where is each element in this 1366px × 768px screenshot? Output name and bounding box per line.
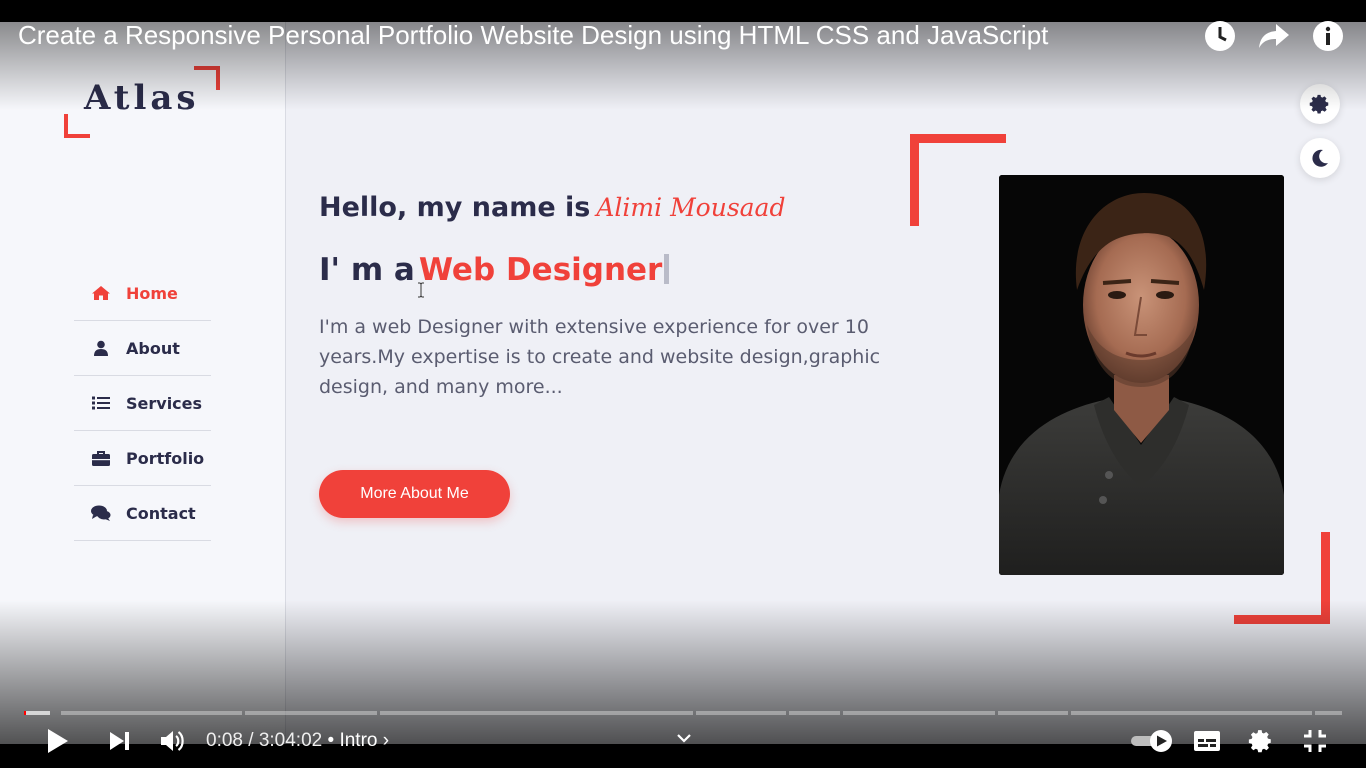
time-separator: /: [242, 730, 259, 751]
hero-greeting: Hello, my name is Alimi Mousaad: [319, 192, 785, 223]
info-button[interactable]: [1310, 18, 1346, 54]
nav-item-portfolio[interactable]: Portfolio: [74, 431, 211, 486]
chapter-segment[interactable]: [998, 711, 1068, 715]
chapter-segment[interactable]: [1071, 711, 1312, 715]
exit-fullscreen-button[interactable]: [1298, 726, 1332, 756]
volume-icon: [161, 731, 184, 751]
subtitles-button[interactable]: [1190, 726, 1224, 756]
exit-fullscreen-icon: [1304, 730, 1326, 752]
site-nav: Home About Services Portfolio Contact: [74, 266, 211, 541]
next-button[interactable]: [104, 726, 136, 756]
more-about-me-button[interactable]: More About Me: [319, 470, 510, 518]
role-prefix: I' m a: [319, 252, 415, 288]
chapter-segment[interactable]: [789, 711, 840, 715]
video-title[interactable]: Create a Responsive Personal Portfolio W…: [18, 20, 1048, 51]
chapter-segment[interactable]: [696, 711, 786, 715]
chapter-segment[interactable]: [380, 711, 693, 715]
progress-buffered: [26, 711, 50, 715]
nav-label-about: About: [126, 338, 180, 358]
chevron-down-icon: [677, 734, 691, 743]
briefcase-icon: [90, 449, 112, 467]
nav-label-home: Home: [126, 283, 178, 303]
gear-icon: [1248, 730, 1271, 753]
settings-button[interactable]: [1244, 726, 1278, 756]
chapter-segment[interactable]: [61, 711, 242, 715]
moon-icon: [1312, 149, 1328, 167]
skip-next-icon: [110, 732, 129, 750]
site-logo[interactable]: Atlas: [64, 64, 224, 142]
autoplay-toggle-icon: [1131, 730, 1172, 752]
dark-mode-toggle[interactable]: [1300, 138, 1340, 178]
share-arrow-icon: [1259, 24, 1289, 48]
settings-gear-button[interactable]: [1300, 84, 1340, 124]
hero-name: Alimi Mousaad: [596, 193, 786, 222]
info-icon: [1313, 21, 1343, 51]
volume-button[interactable]: [156, 726, 190, 756]
current-time: 0:08: [206, 730, 243, 751]
chapter-segment[interactable]: [1315, 711, 1342, 715]
chapters-expand-button[interactable]: [672, 728, 696, 748]
hero-description: I'm a web Designer with extensive experi…: [319, 316, 881, 398]
video-frame[interactable]: Atlas Home About Services Portfolio Cont…: [0, 22, 1366, 744]
text-cursor-icon: [418, 282, 424, 298]
profile-photo: [999, 175, 1284, 575]
time-display: 0:08 / 3:04:02 • Intro ›: [206, 730, 389, 752]
nav-label-contact: Contact: [126, 503, 196, 523]
user-icon: [90, 339, 112, 357]
video-player[interactable]: Atlas Home About Services Portfolio Cont…: [0, 0, 1366, 768]
nav-label-portfolio: Portfolio: [126, 448, 205, 468]
clock-icon: [1205, 21, 1235, 51]
nav-item-services[interactable]: Services: [74, 376, 211, 431]
chapter-segment[interactable]: [843, 711, 995, 715]
nav-item-home[interactable]: Home: [74, 266, 211, 321]
portrait-bracket-top-left: [910, 134, 1006, 226]
logo-text: Atlas: [84, 78, 200, 118]
site-sidebar: Atlas Home About Services Portfolio Cont…: [0, 22, 286, 744]
subtitles-icon: [1194, 731, 1220, 751]
typing-cursor: [664, 254, 670, 284]
chapter-segment[interactable]: [245, 711, 377, 715]
share-button[interactable]: [1256, 18, 1292, 54]
hero-role-line: I' m a Web Designer: [319, 252, 670, 288]
hero-role: Web Designer: [418, 252, 663, 288]
comments-icon: [90, 504, 112, 522]
chapter-title[interactable]: • Intro ›: [322, 730, 390, 751]
nav-label-services: Services: [126, 393, 203, 413]
gear-icon: [1309, 94, 1329, 114]
greeting-text: Hello, my name is: [319, 192, 591, 223]
progress-bar[interactable]: [24, 711, 1342, 715]
autoplay-toggle[interactable]: [1128, 726, 1176, 756]
home-icon: [90, 284, 112, 302]
play-button[interactable]: [42, 726, 74, 756]
play-icon: [48, 729, 68, 753]
nav-item-contact[interactable]: Contact: [74, 486, 211, 541]
nav-item-about[interactable]: About: [74, 321, 211, 376]
list-icon: [90, 394, 112, 412]
duration: 3:04:02: [258, 730, 323, 751]
watch-later-button[interactable]: [1202, 18, 1238, 54]
